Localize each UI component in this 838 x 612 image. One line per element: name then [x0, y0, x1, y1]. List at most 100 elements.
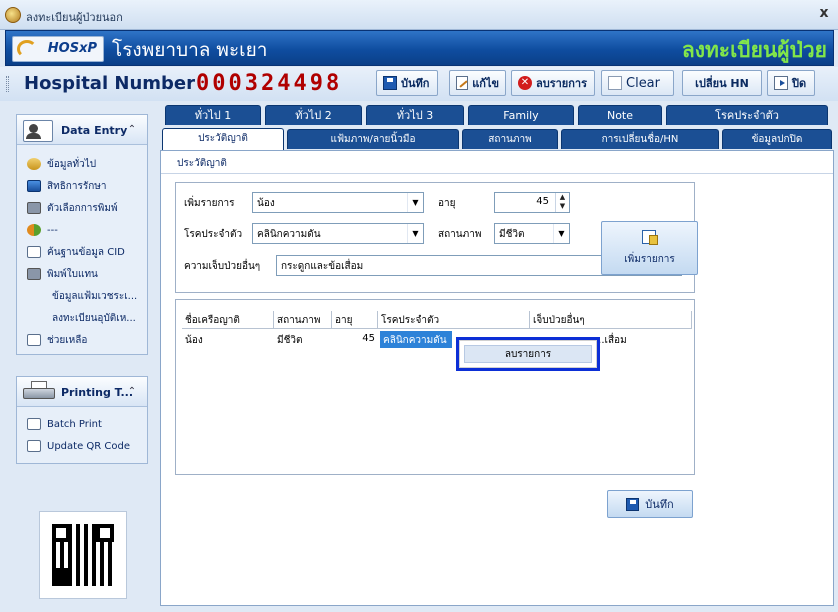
- table-cell[interactable]: มีชีวิต: [274, 331, 332, 348]
- clear-button[interactable]: Clear: [601, 70, 674, 96]
- status-select[interactable]: มีชีวิต ▼: [494, 223, 570, 244]
- add-item-button-label: เพิ่มรายการ: [624, 254, 675, 265]
- sidebar-item-label: Batch Print: [47, 418, 102, 430]
- disease-label: โรคประจำตัว: [184, 229, 243, 240]
- close-form-button[interactable]: ปิด: [767, 70, 815, 96]
- relative-entry-form: เพิ่มรายการ น้อง ▼ อายุ 45 ▲ ▼ โรคประจำตั…: [175, 182, 698, 293]
- tab-photo-fingerprint[interactable]: แฟ้มภาพ/ลายนิ้วมือ: [287, 129, 459, 149]
- column-header[interactable]: ชื่อเครือญาติ: [182, 311, 274, 329]
- qr-update-icon: [27, 440, 41, 452]
- table-cell-selected[interactable]: คลินิกความดัน: [380, 331, 452, 348]
- spin-arrows-icon[interactable]: ▲ ▼: [555, 193, 569, 212]
- info-icon: [27, 158, 41, 170]
- change-hn-button-label: เปลี่ยน HN: [695, 77, 749, 90]
- save-button[interactable]: บันทึก: [376, 70, 438, 96]
- change-hn-button[interactable]: เปลี่ยน HN: [682, 70, 762, 96]
- rights-icon: [27, 180, 41, 192]
- context-menu-delete-item[interactable]: ลบรายการ: [464, 345, 592, 363]
- sidebar-item-label: Update QR Code: [47, 440, 130, 452]
- edit-button[interactable]: แก้ไข: [449, 70, 506, 96]
- tab-general-2[interactable]: ทั่วไป 2: [265, 105, 362, 125]
- status-select-value: มีชีวิต: [499, 229, 525, 240]
- context-menu: ลบรายการ: [456, 337, 600, 371]
- age-stepper[interactable]: 45 ▲ ▼: [494, 192, 570, 213]
- other-illness-label: ความเจ็บป่วยอื่นๆ: [184, 261, 261, 272]
- sidebar-item-update-qr[interactable]: Update QR Code: [27, 437, 130, 455]
- sidebar-item-label: ค้นฐานข้อมูล CID: [47, 246, 125, 258]
- save-relative-button[interactable]: บันทึก: [607, 490, 693, 518]
- toolbar: Hospital Number 000324498 บันทึก แก้ไข ✕…: [0, 67, 838, 101]
- relation-select[interactable]: น้อง ▼: [252, 192, 424, 213]
- age-label: อายุ: [438, 198, 456, 209]
- toolbar-grip[interactable]: [6, 76, 9, 92]
- age-value: 45: [536, 196, 549, 207]
- printing-tools-header[interactable]: Printing T... ⌃: [17, 377, 147, 407]
- save-button-label: บันทึก: [401, 77, 430, 90]
- column-header[interactable]: สถานภาพ: [274, 311, 332, 329]
- close-window-button[interactable]: x: [816, 5, 832, 21]
- sidebar-item-general-info[interactable]: ข้อมูลทั่วไป: [27, 155, 96, 173]
- column-header[interactable]: อายุ: [332, 311, 378, 329]
- data-entry-icon: [23, 120, 53, 142]
- close-form-button-label: ปิด: [792, 77, 807, 90]
- disease-select[interactable]: คลินิกความดัน ▼: [252, 223, 424, 244]
- header-banner: HOSxP โรงพยาบาล พะเยา ลงทะเบียนผู้ป่วย: [5, 30, 834, 66]
- sidebar-item-label: ตัวเลือกการพิมพ์: [47, 202, 118, 214]
- sidebar-item-label: ลงทะเบียนอุบัติเห...: [52, 312, 136, 324]
- relation-select-value: น้อง: [257, 198, 275, 209]
- tab-general-3[interactable]: ทั่วไป 3: [366, 105, 464, 125]
- sidebar-item-medical-record[interactable]: ข้อมูลแฟ้มเวชระเ...: [52, 287, 137, 305]
- tab-relative-history[interactable]: ประวัติญาติ: [162, 128, 284, 150]
- chevron-down-icon[interactable]: ▼: [407, 193, 423, 212]
- qr-code-box: [39, 511, 127, 599]
- delete-button[interactable]: ✕ ลบรายการ: [511, 70, 595, 96]
- tab-name-hn-change[interactable]: การเปลี่ยนชื่อ/HN: [561, 129, 719, 149]
- column-header[interactable]: โรคประจำตัว: [378, 311, 530, 329]
- table-cell[interactable]: น้อง: [182, 331, 274, 348]
- printer-icon: [27, 268, 41, 280]
- tab-confidential[interactable]: ข้อมูลปกปิด: [722, 129, 832, 149]
- sidebar-item-rights[interactable]: สิทธิการรักษา: [27, 177, 106, 195]
- help-icon: [27, 334, 41, 346]
- sidebar-item-separator[interactable]: ---: [27, 221, 58, 239]
- sidebar-item-help[interactable]: ช่วยเหลือ: [27, 331, 87, 349]
- printing-tools-title: Printing T...: [61, 386, 134, 399]
- hosxp-logo: HOSxP: [12, 36, 104, 62]
- printing-tools-panel: Printing T... ⌃ Batch Print Update QR Co…: [16, 376, 148, 464]
- data-entry-panel: Data Entry ⌃ ข้อมูลทั่วไป สิทธิการรักษา …: [16, 114, 148, 355]
- table-cell[interactable]: 45: [332, 331, 378, 348]
- section-title: ประวัติญาติ: [177, 158, 227, 169]
- chevron-down-icon[interactable]: ▼: [407, 224, 423, 243]
- data-entry-title: Data Entry: [61, 124, 128, 137]
- exit-icon: [774, 76, 788, 90]
- logo-text: HOSxP: [47, 41, 97, 56]
- column-header[interactable]: เจ็บป่วยอื่นๆ: [530, 311, 692, 329]
- relatives-table: ชื่อเครือญาติ สถานภาพ อายุ โรคประจำตัว เ…: [175, 299, 695, 475]
- sidebar-item-print-copy[interactable]: พิมพ์ใบแทน: [27, 265, 98, 283]
- tab-family[interactable]: Family: [468, 105, 574, 125]
- clear-button-label: Clear: [626, 75, 660, 91]
- sidebar-item-accident-registration[interactable]: ลงทะเบียนอุบัติเห...: [52, 309, 136, 327]
- tab-status[interactable]: สถานภาพ: [462, 129, 558, 149]
- sidebar-item-batch-print[interactable]: Batch Print: [27, 415, 102, 433]
- batch-print-icon: [27, 418, 41, 430]
- add-item-button[interactable]: เพิ่มรายการ: [601, 221, 698, 275]
- sidebar-item-print-options[interactable]: ตัวเลือกการพิมพ์: [27, 199, 118, 217]
- tab-note[interactable]: Note: [578, 105, 662, 125]
- sidebar-item-label: พิมพ์ใบแทน: [47, 268, 98, 280]
- tab-chronic-disease[interactable]: โรคประจำตัว: [666, 105, 828, 125]
- tab-general-1[interactable]: ทั่วไป 1: [165, 105, 261, 125]
- collapse-chevron-icon[interactable]: ⌃: [125, 124, 139, 136]
- sidebar-item-label: ข้อมูลทั่วไป: [47, 158, 97, 170]
- collapse-chevron-icon[interactable]: ⌃: [125, 386, 139, 398]
- table-cell[interactable]: ...เสื่อม: [592, 331, 690, 348]
- status-label: สถานภาพ: [438, 229, 482, 240]
- data-entry-header[interactable]: Data Entry ⌃: [17, 115, 147, 145]
- app-icon: [5, 7, 21, 23]
- chevron-down-icon[interactable]: ▼: [553, 224, 569, 243]
- sidebar-item-search-cid[interactable]: ค้นฐานข้อมูล CID: [27, 243, 125, 261]
- sidebar-item-label: ---: [47, 224, 58, 236]
- add-item-label: เพิ่มรายการ: [184, 198, 235, 209]
- sidebar-item-label: ช่วยเหลือ: [47, 334, 88, 346]
- edit-icon: [456, 76, 469, 90]
